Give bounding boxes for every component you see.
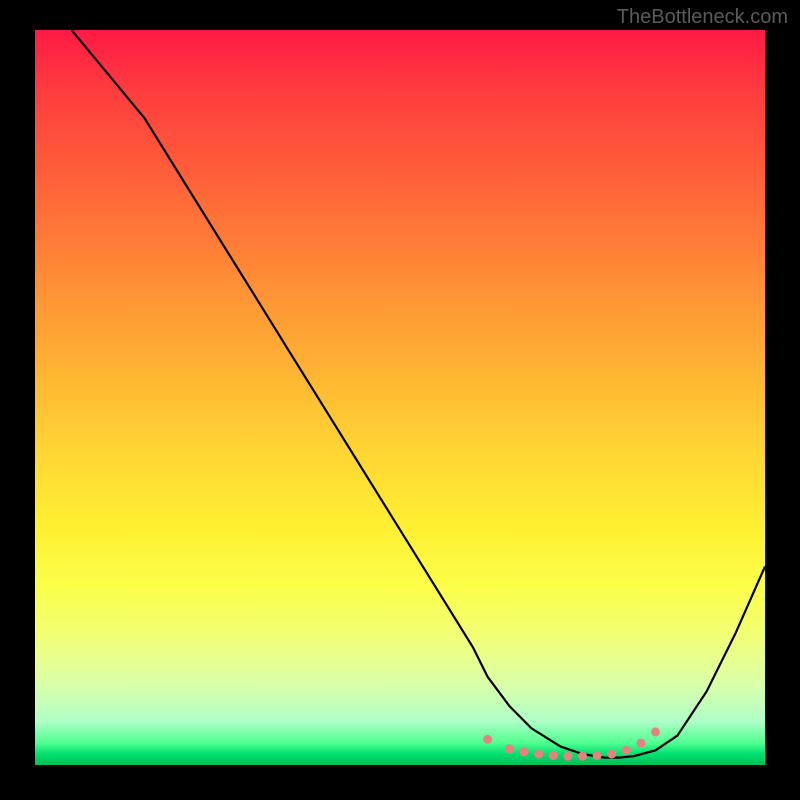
marker-dot: [593, 751, 602, 760]
watermark-text: TheBottleneck.com: [617, 6, 788, 29]
marker-dot: [505, 744, 514, 753]
curve-line: [72, 30, 766, 758]
chart-plot-area: [35, 30, 765, 765]
marker-dot: [520, 747, 529, 756]
marker-dot: [483, 735, 492, 744]
marker-dot: [563, 752, 572, 761]
marker-dot: [622, 746, 631, 755]
chart-svg: [35, 30, 765, 765]
marker-dot: [549, 751, 558, 760]
marker-dot: [578, 752, 587, 761]
marker-dot: [636, 739, 645, 748]
marker-dot: [651, 727, 660, 736]
marker-dot: [534, 750, 543, 759]
marker-dot: [607, 750, 616, 759]
